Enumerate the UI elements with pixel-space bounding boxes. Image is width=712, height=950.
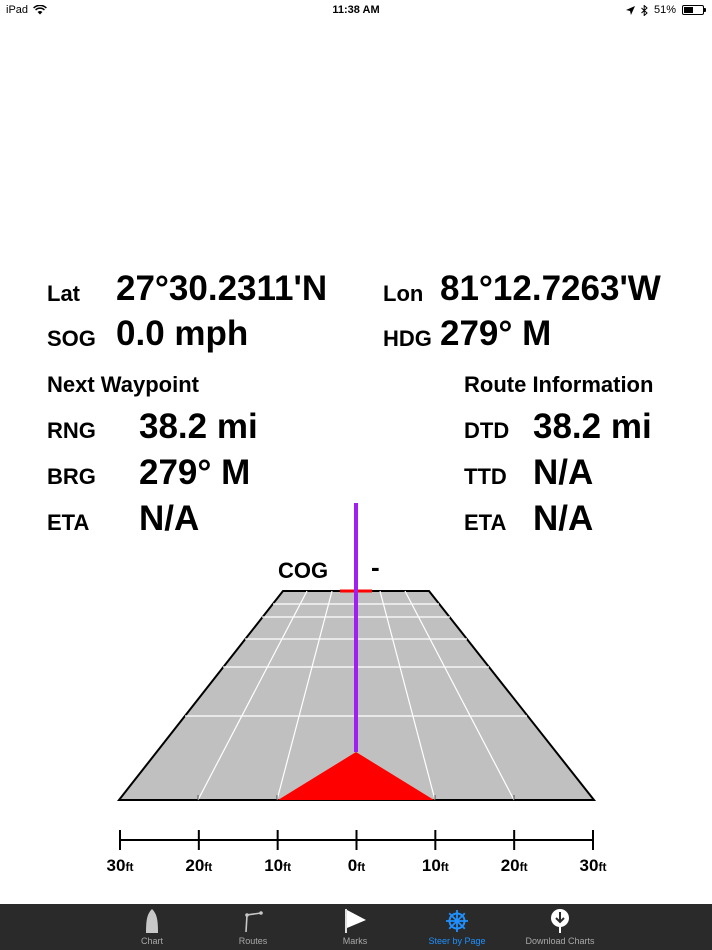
battery-percent: 51% (653, 4, 676, 16)
rng-value: 38.2 mi (139, 407, 258, 446)
tab-download-charts-label: Download Charts (525, 936, 595, 946)
route-icon (240, 908, 266, 934)
bluetooth-icon (641, 4, 648, 16)
boat-icon (139, 908, 165, 934)
tab-marks-label: Marks (342, 936, 368, 946)
dtd-value: 38.2 mi (533, 407, 652, 446)
dtd-label: DTD (464, 418, 510, 443)
status-time: 11:38 AM (332, 4, 380, 16)
distance-scale: 30ft 20ft 10ft 0ft 10ft 20ft 30ft (107, 830, 607, 875)
location-arrow-icon (625, 5, 635, 15)
tab-routes-label: Routes (238, 936, 268, 946)
scale-label: 20ft (501, 856, 528, 875)
lon-value: 81°12.7263'W (440, 269, 661, 308)
helm-wheel-icon (444, 908, 470, 934)
tab-download-charts[interactable]: Download Charts (510, 904, 610, 950)
lat-label: Lat (47, 281, 80, 306)
sog-label: SOG (47, 326, 96, 351)
lat-value: 27°30.2311'N (116, 269, 328, 308)
next-waypoint-title: Next Waypoint (47, 372, 199, 397)
scale-label: 30ft (580, 856, 607, 875)
flag-icon (342, 908, 368, 934)
ttd-label: TTD (464, 464, 507, 489)
scale-label: 0ft (348, 856, 365, 875)
rng-label: RNG (47, 418, 96, 443)
lon-label: Lon (383, 281, 424, 306)
scale-label: 10ft (422, 856, 449, 875)
route-information-title: Route Information (464, 372, 654, 397)
status-bar: iPad 11:38 AM 51% (0, 0, 712, 20)
cog-label: COG (278, 558, 328, 583)
status-right: 51% (625, 4, 706, 16)
hdg-value: 279° M (440, 314, 552, 353)
ttd-value: N/A (533, 453, 594, 492)
tab-chart[interactable]: Chart (102, 904, 202, 950)
tab-routes[interactable]: Routes (203, 904, 303, 950)
tab-bar: Chart Routes Marks Steer by Page Downloa… (0, 904, 712, 950)
hdg-label: HDG (383, 326, 432, 351)
scale-label: 30ft (107, 856, 134, 875)
download-icon (547, 908, 573, 934)
brg-label: BRG (47, 464, 96, 489)
steer-highway-graphic: COG - 30ft 20ft 10ft 0ft 10ft 20ft 30ft (107, 503, 607, 875)
sog-value: 0.0 mph (116, 314, 249, 353)
scale-label: 10ft (264, 856, 291, 875)
brg-value: 279° M (139, 453, 251, 492)
tab-chart-label: Chart (140, 936, 163, 946)
tab-steer-by-page-label: Steer by Page (428, 936, 486, 946)
scale-label: 20ft (185, 856, 212, 875)
tab-marks[interactable]: Marks (305, 904, 405, 950)
cog-value: - (371, 552, 380, 582)
tab-steer-by-page[interactable]: Steer by Page (407, 904, 507, 950)
battery-icon (682, 5, 706, 15)
